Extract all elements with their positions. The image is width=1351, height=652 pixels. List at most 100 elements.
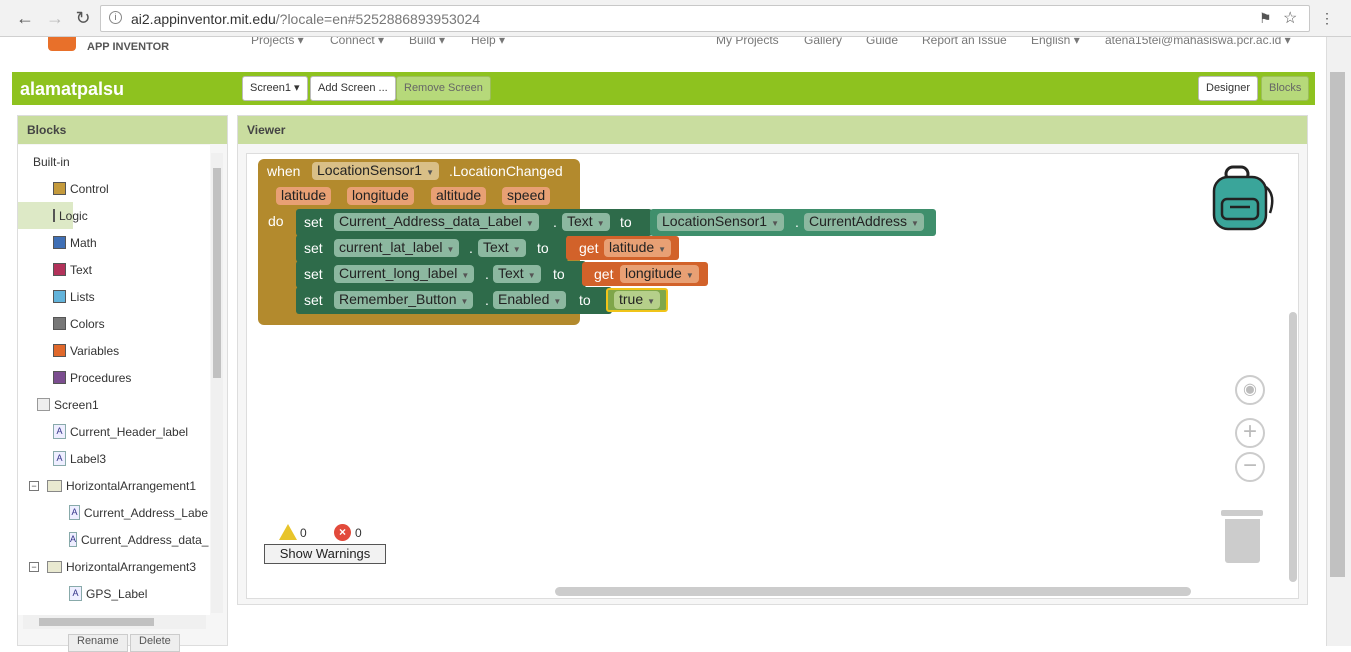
set-remember-property[interactable]: Enabled ▼	[493, 291, 567, 309]
tree-gps-label[interactable]: A GPS_Label	[18, 580, 208, 607]
builtin-control-label: Control	[70, 181, 109, 196]
logic-true-text: true	[619, 291, 644, 307]
tree-current-address-data[interactable]: A Current_Address_data_	[18, 526, 208, 553]
tree-current-address-label[interactable]: A Current_Address_Labe	[18, 499, 208, 526]
getter-component-dropdown[interactable]: LocationSensor1 ▼	[657, 213, 784, 231]
dropdown-arrow-icon: ▼	[596, 219, 605, 228]
back-arrow-icon[interactable]: ←	[14, 8, 36, 30]
delete-button[interactable]: Delete	[130, 634, 180, 652]
dropdown-arrow-icon: ▼	[527, 271, 536, 280]
menu-report-issue[interactable]: Report an Issue	[922, 37, 1007, 47]
app-inventor-logo-icon[interactable]	[48, 37, 76, 51]
tree-horizontal-arrangement1[interactable]: − HorizontalArrangement1	[18, 472, 208, 499]
tree-screen1[interactable]: Screen1	[18, 391, 208, 418]
getter-property-dropdown[interactable]: CurrentAddress ▼	[804, 213, 924, 231]
rename-button[interactable]: Rename	[68, 634, 128, 652]
builtin-variables[interactable]: Variables	[18, 337, 208, 364]
collapse-icon[interactable]: −	[29, 480, 39, 491]
page-vertical-scrollbar[interactable]	[1326, 37, 1351, 646]
get-latitude-dropdown[interactable]: latitude ▼	[604, 239, 672, 257]
forward-arrow-icon[interactable]: →	[44, 8, 66, 30]
set-address-component[interactable]: Current_Address_data_Label ▼	[334, 213, 539, 231]
recenter-icon[interactable]: ◉	[1235, 375, 1265, 405]
tree-current-header-label[interactable]: A Current_Header_label	[18, 418, 208, 445]
param-longitude[interactable]: longitude	[347, 187, 414, 205]
set-long-component[interactable]: Current_long_label ▼	[334, 265, 475, 283]
event-component-dropdown[interactable]: LocationSensor1 ▼	[312, 162, 439, 180]
tree-horizontal-arrangement3[interactable]: − HorizontalArrangement3	[18, 553, 208, 580]
param-speed[interactable]: speed	[502, 187, 551, 205]
builtin-colors[interactable]: Colors	[18, 310, 208, 337]
menu-help[interactable]: Help ▾	[471, 37, 505, 47]
event-component-text: LocationSensor1	[317, 162, 423, 178]
dot-separator: .	[469, 240, 473, 256]
viewer-title: Viewer	[238, 116, 1307, 144]
builtin-text-label: Text	[70, 262, 93, 277]
builtin-label[interactable]: Built-in	[18, 149, 208, 175]
menu-account[interactable]: atena15tei@mahasiswa.pcr.ac.id ▾	[1105, 37, 1291, 47]
tree-horizontal-scrollbar[interactable]	[23, 615, 206, 629]
tree-current-address-label-text: Current_Address_Labe	[83, 505, 208, 520]
warning-icon	[279, 524, 297, 540]
workspace-horizontal-scrollbar[interactable]	[555, 587, 1191, 596]
get-longitude-dropdown[interactable]: longitude ▼	[620, 265, 699, 283]
builtin-control[interactable]: Control	[18, 175, 208, 202]
builtin-procedures[interactable]: Procedures	[18, 364, 208, 391]
address-bar[interactable]: i ai2.appinventor.mit.edu/?locale=en#525…	[100, 5, 1310, 32]
tree-scroll-thumb[interactable]	[213, 168, 221, 378]
reload-icon[interactable]: ↻	[72, 8, 94, 30]
logic-true-dropdown[interactable]: true ▼	[614, 291, 661, 309]
get-longitude-text: longitude	[625, 265, 682, 281]
show-warnings-button[interactable]: Show Warnings	[264, 544, 386, 564]
tree-label3[interactable]: A Label3	[18, 445, 208, 472]
tree-ha3-label: HorizontalArrangement3	[66, 559, 197, 574]
warning-count: 0	[300, 526, 307, 540]
set-lat-property[interactable]: Text ▼	[478, 239, 526, 257]
designer-button[interactable]: Designer	[1198, 76, 1259, 101]
browser-menu-icon[interactable]: ⋮	[1320, 10, 1334, 27]
screen-select[interactable]: Screen1 ▾	[242, 76, 308, 101]
menu-projects[interactable]: Projects ▾	[251, 37, 304, 47]
add-screen-button[interactable]: Add Screen ...	[310, 76, 396, 101]
trash-lid-icon[interactable]	[1221, 510, 1263, 516]
remove-screen-button[interactable]: Remove Screen	[396, 76, 491, 101]
collapse-icon[interactable]: −	[29, 561, 39, 572]
zoom-in-icon[interactable]: +	[1235, 418, 1265, 448]
set-address-property[interactable]: Text ▼	[562, 213, 610, 231]
set-remember-component-text: Remember_Button	[339, 291, 457, 307]
blocks-button[interactable]: Blocks	[1261, 76, 1310, 101]
project-name: alamatpalsu	[20, 79, 125, 99]
tree-hscroll-thumb[interactable]	[39, 618, 154, 626]
builtin-text[interactable]: Text	[18, 256, 208, 283]
menu-gallery[interactable]: Gallery	[804, 37, 842, 47]
backpack-icon[interactable]	[1212, 165, 1276, 231]
set-remember-component[interactable]: Remember_Button ▼	[334, 291, 474, 309]
builtin-logic[interactable]: Logic	[18, 202, 88, 229]
param-altitude[interactable]: altitude	[431, 187, 487, 205]
trash-icon[interactable]	[1225, 519, 1260, 563]
set-address-property-text: Text	[567, 213, 593, 229]
set-lat-component[interactable]: current_lat_label ▼	[334, 239, 460, 257]
set-long-property[interactable]: Text ▼	[493, 265, 541, 283]
workspace-vertical-scrollbar[interactable]	[1289, 312, 1297, 582]
menu-guide[interactable]: Guide	[866, 37, 898, 47]
builtin-math[interactable]: Math	[18, 229, 208, 256]
tree-current-header-label-text: Current_Header_label	[70, 424, 189, 439]
math-swatch-icon	[53, 236, 66, 249]
extension-icon[interactable]: ⚑	[1259, 10, 1272, 27]
page-scroll-thumb[interactable]	[1330, 72, 1345, 577]
tree-vertical-scrollbar[interactable]	[211, 153, 223, 613]
menu-connect[interactable]: Connect ▾	[330, 37, 384, 47]
error-icon: ×	[334, 524, 351, 541]
set-keyword: set	[304, 292, 323, 308]
zoom-out-icon[interactable]: −	[1235, 452, 1265, 482]
info-icon[interactable]: i	[109, 11, 122, 24]
builtin-lists[interactable]: Lists	[18, 283, 208, 310]
menu-my-projects[interactable]: My Projects	[716, 37, 779, 47]
control-swatch-icon	[53, 182, 66, 195]
menu-language[interactable]: English ▾	[1031, 37, 1080, 47]
bookmark-star-icon[interactable]: ☆	[1283, 8, 1297, 28]
param-latitude[interactable]: latitude	[276, 187, 332, 205]
dropdown-arrow-icon: ▼	[461, 271, 470, 280]
menu-build[interactable]: Build ▾	[409, 37, 445, 47]
